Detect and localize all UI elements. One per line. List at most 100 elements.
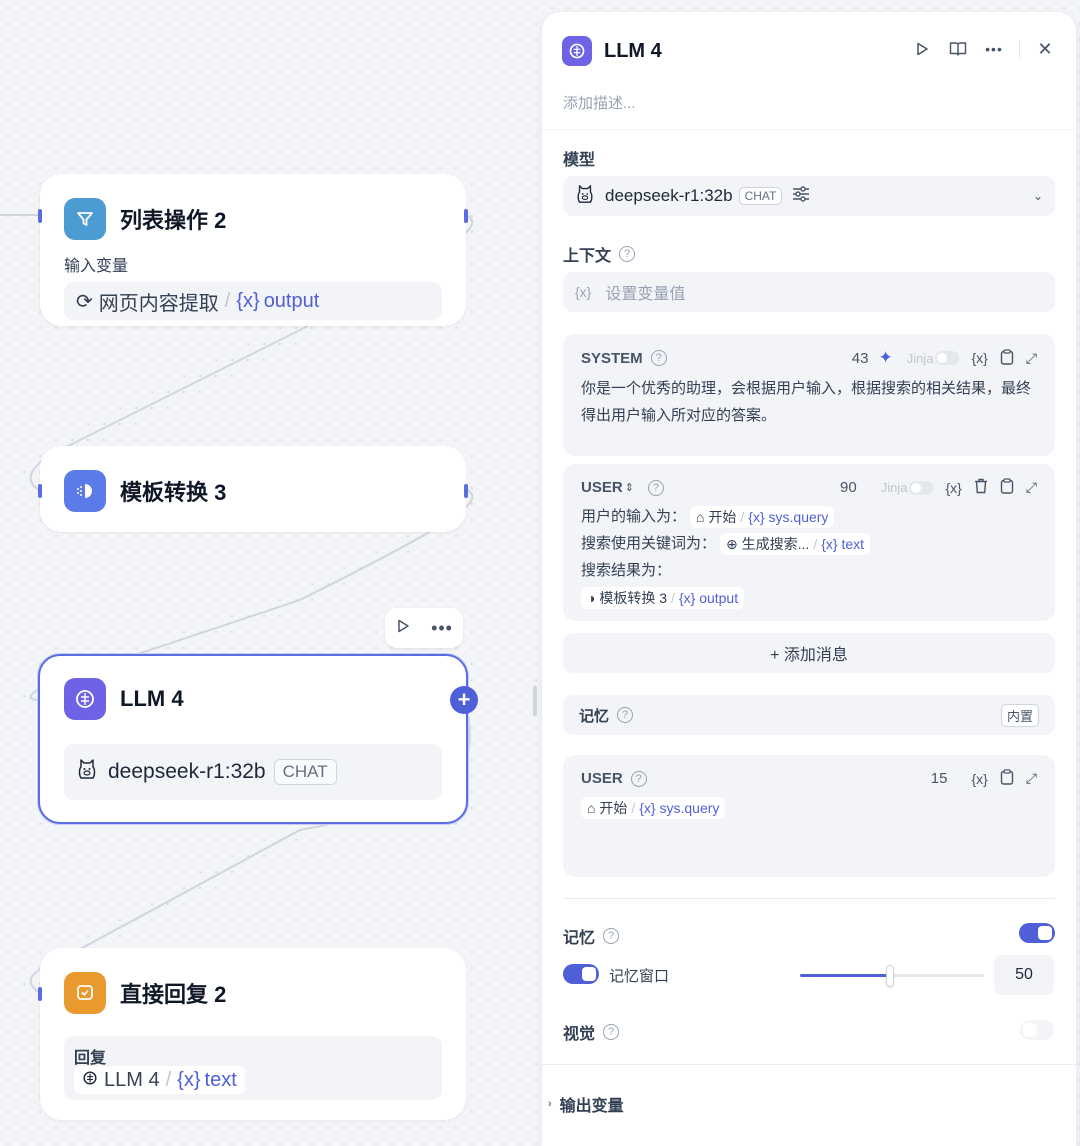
trash-icon[interactable]: [974, 478, 988, 497]
jinja-toggle[interactable]: Jinja: [907, 351, 960, 366]
divider: [1019, 40, 1020, 58]
variable-pill[interactable]: ⌂ 开始 / {x} sys.query: [690, 506, 835, 529]
memory-label: 记忆?: [563, 924, 620, 948]
slider-fill: [800, 974, 891, 977]
chevron-right-icon: ›: [548, 1098, 552, 1110]
add-next-node-button[interactable]: +: [450, 686, 478, 714]
variable-pill[interactable]: ⌂ 开始 / {x} sys.query: [581, 797, 726, 820]
help-icon[interactable]: ?: [647, 479, 664, 496]
reply-variable-ref[interactable]: LLM 4 / {x} text: [74, 1066, 245, 1094]
builtin-badge: 内置: [1000, 703, 1039, 727]
divider: [542, 1064, 1076, 1065]
node-output-handle[interactable]: [464, 209, 468, 223]
input-variable-ref[interactable]: ⟳ 网页内容提取 / {x} output: [64, 282, 442, 320]
chevron-updown-icon[interactable]: ⇕: [625, 481, 634, 494]
node-output-handle[interactable]: [464, 484, 468, 498]
sparkle-icon[interactable]: ✦: [878, 348, 892, 368]
clipboard-icon[interactable]: [1000, 348, 1014, 368]
refresh-icon: ⟳: [76, 290, 93, 313]
help-icon[interactable]: ?: [630, 770, 647, 787]
add-message-button[interactable]: + 添加消息: [563, 633, 1055, 673]
panel-resize-handle[interactable]: [533, 686, 537, 716]
divider: [542, 129, 1076, 130]
book-icon[interactable]: [947, 38, 969, 60]
role-label[interactable]: USER: [581, 479, 623, 496]
var-prefix: {x}: [236, 289, 260, 312]
filter-icon: [64, 198, 106, 240]
variable-icon[interactable]: {x}: [971, 771, 987, 787]
help-icon[interactable]: ?: [617, 707, 634, 723]
node-list-operation[interactable]: 列表操作 2 输入变量 ⟳ 网页内容提取 / {x} output: [38, 174, 468, 326]
variable-icon[interactable]: {x}: [971, 350, 987, 366]
reply-label: 回复: [74, 1050, 107, 1067]
role-label: SYSTEM: [581, 349, 643, 367]
system-prompt-text[interactable]: 你是一个优秀的助理，会根据用户输入，根据搜索的相关结果，最终得出用户输入所对应的…: [581, 375, 1037, 429]
help-icon[interactable]: ?: [619, 246, 636, 262]
reply-icon: [64, 972, 106, 1014]
llm-icon: [64, 678, 106, 720]
node-input-handle[interactable]: [38, 987, 42, 1001]
memory-user-text[interactable]: ⌂ 开始 / {x} sys.query: [581, 794, 1037, 821]
context-variable-input[interactable]: {x} 设置变量值: [563, 272, 1055, 312]
llama-icon: [76, 757, 98, 787]
jinja-toggle[interactable]: Jinja: [881, 480, 934, 495]
run-icon[interactable]: [395, 618, 411, 639]
output-variables-toggle[interactable]: › 输出变量: [548, 1092, 624, 1116]
context-placeholder: 设置变量值: [605, 286, 686, 303]
home-icon: ⌂: [587, 799, 596, 816]
variable-pill[interactable]: ◑ 模板转换 3/{x} output: [581, 587, 745, 610]
memory-window-toggle[interactable]: [563, 964, 599, 984]
memory-toggle[interactable]: [1019, 923, 1055, 943]
help-icon[interactable]: ?: [650, 350, 667, 366]
reply-content-box[interactable]: 回复 LLM 4 / {x} text: [64, 1036, 442, 1100]
variable-pill[interactable]: ⊕ 生成搜索... / {x} text: [720, 533, 871, 556]
close-icon[interactable]: ✕: [1034, 38, 1056, 60]
input-variable-label: 输入变量: [64, 258, 129, 275]
memory-window-slider[interactable]: [800, 965, 984, 987]
user-prompt-block[interactable]: USER ⇕ ? 90 Jinja {x} ⤢ 用户的输入为： ⌂ 开始 / {x} …: [563, 464, 1055, 621]
memory-user-block[interactable]: USER ? 15 {x} ⤢ ⌂ 开始 / {x} sys.query: [563, 755, 1055, 877]
vision-toggle[interactable]: [1020, 1020, 1054, 1040]
clipboard-icon[interactable]: [1000, 769, 1014, 788]
help-icon[interactable]: ?: [603, 928, 620, 944]
memory-section-header: 记忆 ? 内置: [563, 695, 1055, 735]
node-title: 模板转换 3: [120, 480, 227, 505]
user-prompt-text[interactable]: 用户的输入为： ⌂ 开始 / {x} sys.query 搜索使用关键词为： ⊕ 生成搜…: [581, 503, 1037, 611]
model-selector[interactable]: deepseek-r1:32b CHAT ⌄: [563, 176, 1055, 216]
clipboard-icon[interactable]: [1000, 478, 1014, 497]
model-summary[interactable]: deepseek-r1:32b CHAT: [64, 744, 442, 800]
var-node-name: LLM 4: [104, 1068, 160, 1091]
panel-title[interactable]: LLM 4: [604, 40, 662, 63]
settings-sliders-icon[interactable]: [792, 185, 810, 207]
var-node-name: 网页内容提取: [98, 292, 219, 315]
llm-icon: [82, 1069, 98, 1092]
node-input-handle[interactable]: [38, 209, 42, 223]
slider-thumb[interactable]: [886, 965, 895, 987]
expand-icon[interactable]: ⤢: [1026, 350, 1037, 367]
model-mode-badge: CHAT: [738, 187, 783, 205]
node-title: 直接回复 2: [120, 982, 227, 1007]
help-icon[interactable]: ?: [603, 1024, 620, 1040]
vision-label: 视觉?: [563, 1020, 620, 1044]
chevron-down-icon: ⌄: [1032, 189, 1043, 203]
workflow-canvas[interactable]: 列表操作 2 输入变量 ⟳ 网页内容提取 / {x} output 模板转换 3…: [0, 0, 540, 1146]
node-template-transform[interactable]: 模板转换 3: [38, 446, 468, 532]
var-name: output: [263, 289, 320, 312]
more-icon[interactable]: •••: [431, 618, 453, 639]
node-direct-reply[interactable]: 直接回复 2 回复 LLM 4 / {x} text: [38, 948, 466, 1120]
model-name: deepseek-r1:32b: [605, 186, 733, 205]
llama-icon: [575, 183, 595, 210]
context-label: 上下文?: [563, 242, 636, 266]
system-prompt-block[interactable]: SYSTEM ? 43 ✦ Jinja {x} ⤢ 你是一个优秀的助理，会根据用…: [563, 334, 1055, 456]
node-input-handle[interactable]: [38, 484, 42, 498]
description-input[interactable]: 添加描述...: [563, 92, 636, 113]
run-icon[interactable]: [911, 38, 933, 60]
expand-icon[interactable]: ⤢: [1026, 770, 1037, 787]
variable-icon[interactable]: {x}: [945, 480, 961, 496]
memory-window-input[interactable]: 50: [994, 955, 1054, 995]
more-icon[interactable]: •••: [983, 38, 1005, 60]
node-llm[interactable]: LLM 4 deepseek-r1:32b CHAT: [38, 654, 468, 824]
llm-icon: ⊕: [726, 535, 738, 552]
divider: [563, 898, 1055, 899]
expand-icon[interactable]: ⤢: [1026, 479, 1037, 496]
